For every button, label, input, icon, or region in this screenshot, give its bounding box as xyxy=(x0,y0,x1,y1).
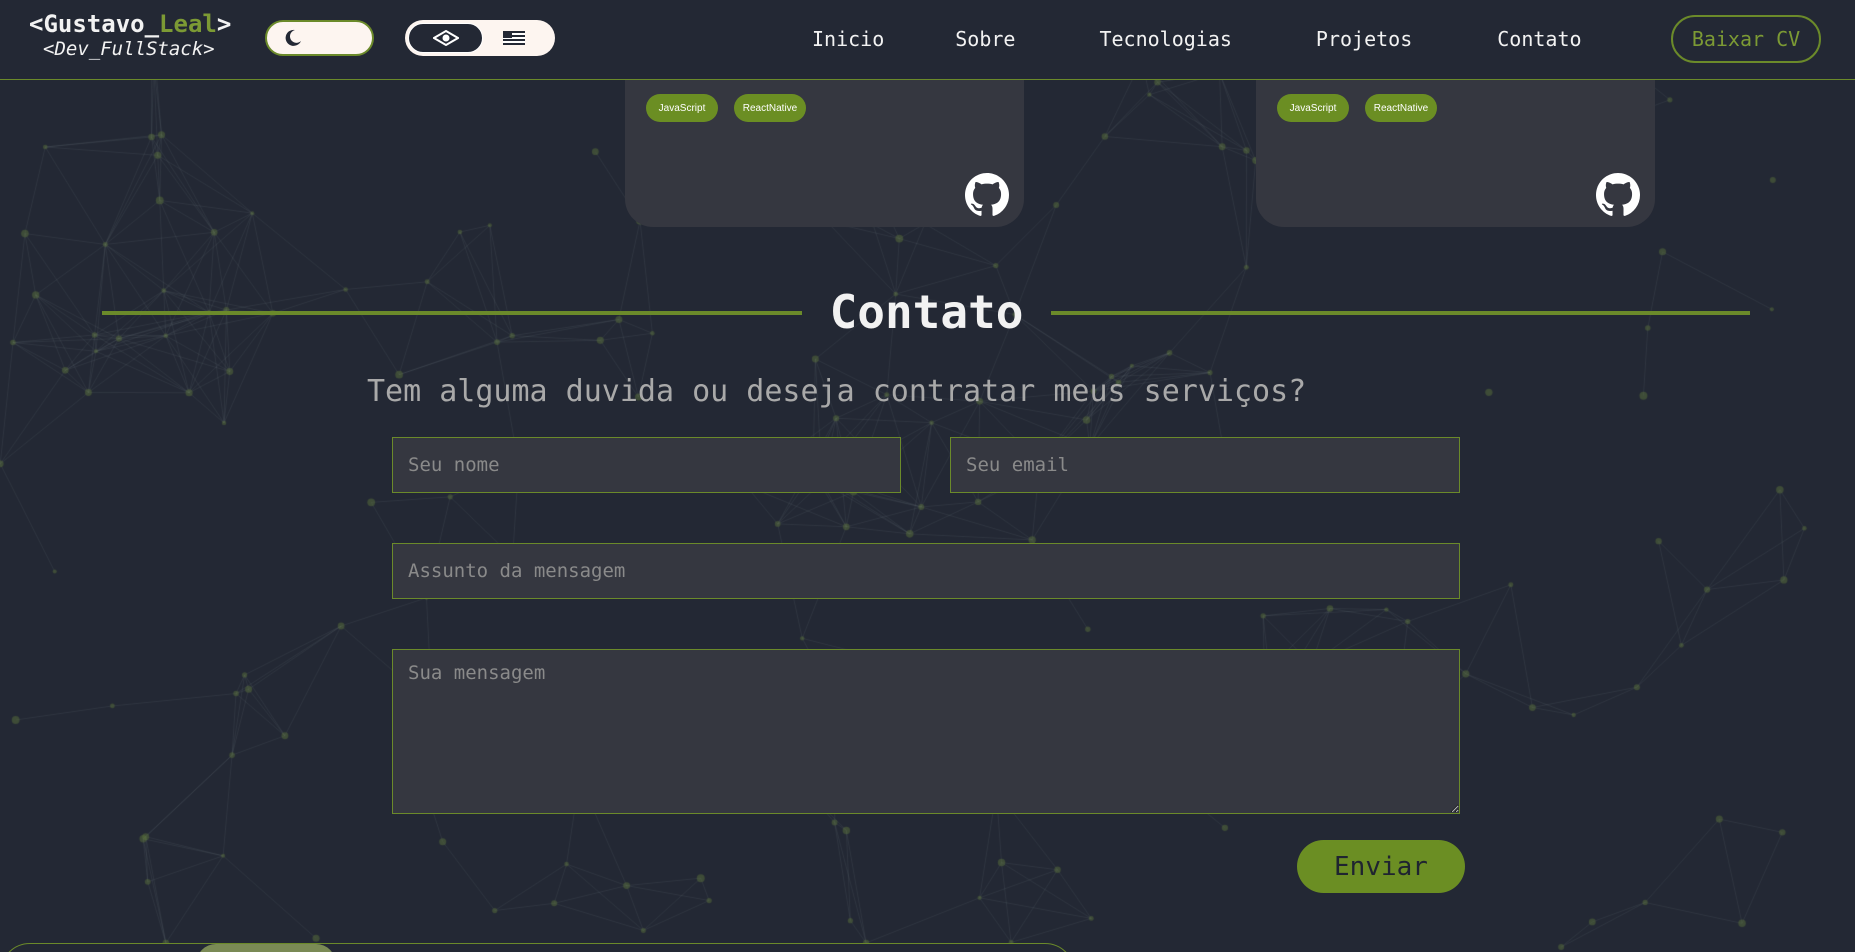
profile-photo xyxy=(196,944,336,952)
logo[interactable]: <Gustavo_Leal> <Dev_FullStack> xyxy=(29,10,231,60)
download-cv-button[interactable]: Baixar CV xyxy=(1671,15,1821,63)
name-input[interactable] xyxy=(392,437,901,493)
main-nav: Inicio Sobre Tecnologias Projetos Contat… xyxy=(812,25,1582,53)
logo-accent: Leal xyxy=(159,10,217,38)
send-button[interactable]: Enviar xyxy=(1297,840,1465,893)
logo-main: <Gustavo_Leal> xyxy=(29,10,231,38)
logo-suffix: > xyxy=(216,10,232,38)
theme-toggle[interactable] xyxy=(265,20,374,56)
nav-contato[interactable]: Contato xyxy=(1497,25,1581,53)
tech-tag: JavaScript xyxy=(1277,94,1349,122)
language-option-pt[interactable] xyxy=(408,23,483,53)
logo-prefix: <Gustavo_ xyxy=(29,10,160,38)
nav-projetos[interactable]: Projetos xyxy=(1316,25,1412,53)
tech-tag: ReactNative xyxy=(1365,94,1437,122)
email-input[interactable] xyxy=(950,437,1460,493)
nav-tecnologias[interactable]: Tecnologias xyxy=(1099,25,1231,53)
project-card: JavaScript ReactNative xyxy=(625,60,1024,227)
nav-inicio[interactable]: Inicio xyxy=(812,25,884,53)
tech-tag: ReactNative xyxy=(734,94,806,122)
heading-divider xyxy=(1051,311,1750,315)
section-title: Contato xyxy=(829,285,1024,339)
contact-subtitle: Tem alguma duvida ou deseja contratar me… xyxy=(367,374,1307,409)
us-flag-icon[interactable] xyxy=(503,31,525,45)
nav-sobre[interactable]: Sobre xyxy=(955,25,1015,53)
message-textarea[interactable] xyxy=(392,649,1460,814)
heading-divider xyxy=(102,311,802,315)
github-icon[interactable] xyxy=(1596,173,1640,217)
subject-input[interactable] xyxy=(392,543,1460,599)
contact-heading: Contato xyxy=(102,282,1750,342)
next-section-panel xyxy=(0,943,1075,952)
moon-icon xyxy=(285,29,301,46)
github-icon[interactable] xyxy=(965,173,1009,217)
language-toggle[interactable] xyxy=(405,20,555,56)
site-header: <Gustavo_Leal> <Dev_FullStack> Inicio So… xyxy=(0,0,1855,80)
logo-subtitle: <Dev_FullStack> xyxy=(43,38,215,60)
project-card: JavaScript ReactNative xyxy=(1256,60,1655,227)
tech-tag: JavaScript xyxy=(646,94,718,122)
brazil-flag-icon xyxy=(432,30,459,46)
